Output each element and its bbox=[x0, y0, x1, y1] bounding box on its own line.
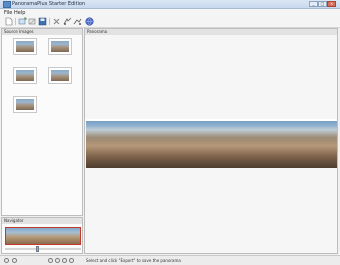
add-images-icon[interactable] bbox=[18, 17, 27, 26]
zoom-in-icon[interactable] bbox=[12, 258, 17, 263]
navigator-header: Navigator bbox=[2, 218, 82, 224]
toolbar-separator bbox=[49, 18, 50, 25]
app-window: PanoramaPlus Starter Edition _ □ × File … bbox=[0, 0, 340, 265]
source-images-header: Source Images bbox=[2, 29, 82, 35]
navigator-panel: Navigator bbox=[1, 217, 83, 254]
source-image-thumbnail[interactable] bbox=[48, 38, 72, 55]
title-bar: PanoramaPlus Starter Edition _ □ × bbox=[0, 0, 340, 9]
stitch-icon[interactable] bbox=[63, 17, 72, 26]
navigator-slider-knob[interactable] bbox=[36, 246, 39, 252]
source-image-thumbnail[interactable] bbox=[48, 67, 72, 84]
refresh-icon[interactable] bbox=[69, 258, 74, 263]
panorama-panel: Panorama bbox=[84, 28, 338, 254]
navigator-zoom-slider[interactable] bbox=[5, 248, 81, 250]
close-icon[interactable]: × bbox=[327, 1, 336, 7]
panorama-header: Panorama bbox=[85, 29, 337, 35]
new-document-icon[interactable] bbox=[4, 17, 13, 26]
toolbar-separator bbox=[15, 18, 16, 25]
panorama-image[interactable] bbox=[86, 119, 337, 168]
source-image-thumbnail[interactable] bbox=[13, 67, 37, 84]
source-images-panel: Source Images bbox=[1, 28, 83, 216]
maximize-icon[interactable]: □ bbox=[318, 1, 327, 7]
panorama-edge bbox=[86, 119, 337, 121]
rotate-icon[interactable] bbox=[62, 258, 67, 263]
window-title: PanoramaPlus Starter Edition bbox=[12, 1, 86, 7]
help-globe-icon[interactable] bbox=[85, 17, 94, 26]
minimize-icon[interactable]: _ bbox=[309, 1, 318, 7]
menu-bar: File Help bbox=[0, 9, 340, 16]
navigator-preview[interactable] bbox=[5, 227, 81, 245]
status-message: Select and click "Export" to save the pa… bbox=[86, 258, 181, 263]
fit-icon[interactable] bbox=[48, 258, 53, 263]
app-icon bbox=[3, 1, 11, 8]
export-icon[interactable] bbox=[73, 17, 82, 26]
save-icon[interactable] bbox=[38, 17, 47, 26]
remove-images-icon[interactable] bbox=[28, 17, 37, 26]
source-image-thumbnail[interactable] bbox=[13, 96, 37, 113]
source-image-thumbnail[interactable] bbox=[13, 38, 37, 55]
delete-icon[interactable] bbox=[52, 17, 61, 26]
zoom-out-icon[interactable] bbox=[4, 258, 9, 263]
toolbar bbox=[0, 16, 340, 28]
actual-size-icon[interactable] bbox=[55, 258, 60, 263]
